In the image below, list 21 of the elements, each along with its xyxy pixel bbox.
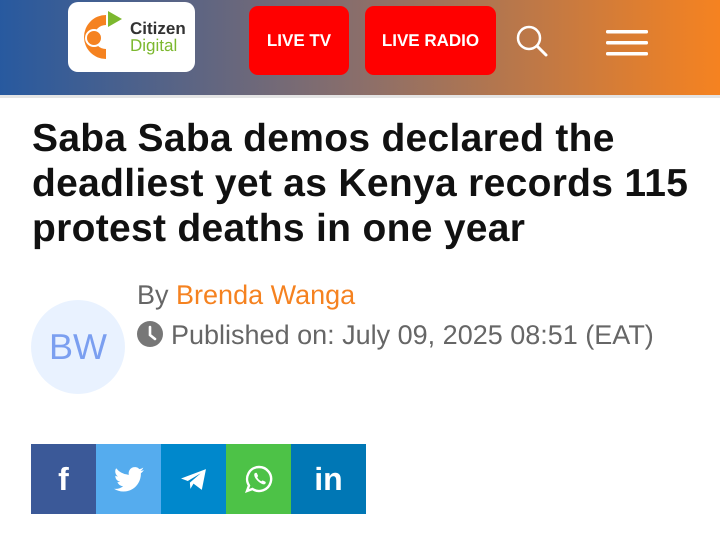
live-button[interactable]: LIVE TV: [249, 6, 349, 75]
published-date: Published on: July 09, 2025 08:51 (EAT): [171, 320, 654, 350]
author-avatar: BW: [31, 300, 125, 394]
live-button[interactable]: LIVE RADIO: [365, 6, 496, 75]
logo-text: Digital: [130, 37, 178, 54]
search-icon[interactable]: [515, 24, 549, 58]
logo-text: Citizen: [130, 20, 186, 37]
share-button[interactable]: in: [291, 444, 366, 514]
share-button[interactable]: [226, 444, 291, 514]
bird-icon: [114, 466, 144, 492]
share-button[interactable]: f: [31, 444, 96, 514]
author-link[interactable]: Brenda Wanga: [176, 280, 356, 310]
share-button[interactable]: [96, 444, 161, 514]
clock-icon: [137, 321, 163, 347]
menu-icon[interactable]: [606, 30, 648, 56]
site-logo[interactable]: Citizen Digital: [68, 2, 195, 72]
byline-label: By: [137, 280, 169, 310]
paper-plane-icon: [180, 468, 207, 490]
share-button[interactable]: [161, 444, 226, 514]
phone-bubble-icon: [244, 465, 272, 493]
article-title: Saba Saba demos declared the deadliest yet as Kenya records 115 protest deaths in one year: [32, 116, 690, 251]
